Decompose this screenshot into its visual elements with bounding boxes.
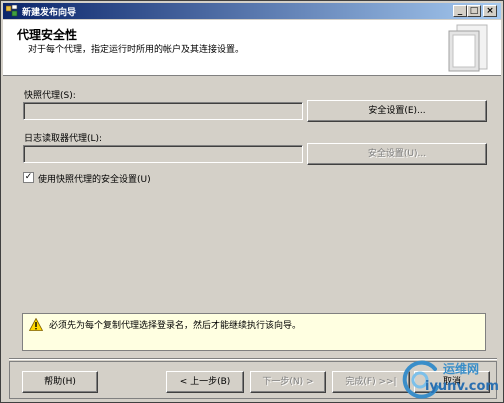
notice-message: 必须先为每个复制代理选择登录名，然后才能继续执行该向导。 xyxy=(49,321,302,331)
back-button[interactable]: < 上一步(B) xyxy=(166,371,244,393)
page-subtitle: 对于每个代理，指定运行时所用的帐户及其连接设置。 xyxy=(28,45,245,55)
wizard-app-icon xyxy=(6,5,18,17)
log-reader-security-settings-button[interactable]: 安全设置(U)... xyxy=(307,143,487,165)
watermark-title: 运维网 xyxy=(443,362,480,376)
validation-notice: 必须先为每个复制代理选择登录名，然后才能继续执行该向导。 xyxy=(22,313,486,351)
maximize-button[interactable]: □ xyxy=(467,5,481,17)
snapshot-agent-label: 快照代理(S): xyxy=(24,91,76,101)
wizard-header: 代理安全性 对于每个代理，指定运行时所用的帐户及其连接设置。 xyxy=(3,20,501,76)
close-button[interactable]: × xyxy=(483,5,497,17)
wizard-window: 新建发布向导 _ □ × 代理安全性 对于每个代理，指定运行时所用的帐户及其连接… xyxy=(0,0,504,403)
window-title: 新建发布向导 xyxy=(22,8,77,18)
use-snapshot-security-label[interactable]: 使用快照代理的安全设置(U) xyxy=(38,172,151,185)
watermark: 运维网 iyunv.com xyxy=(399,357,503,403)
minimize-button[interactable]: _ xyxy=(453,5,467,17)
watermark-url: iyunv.com xyxy=(425,379,499,394)
use-snapshot-security-checkbox[interactable]: ✓ xyxy=(23,172,34,183)
log-reader-agent-label: 日志读取器代理(L): xyxy=(24,134,103,144)
title-bar[interactable]: 新建发布向导 _ □ × xyxy=(3,3,501,19)
snapshot-security-settings-button[interactable]: 安全设置(E)... xyxy=(307,100,487,122)
page-title: 代理安全性 xyxy=(17,28,78,42)
help-button[interactable]: 帮助(H) xyxy=(22,371,98,393)
warning-icon xyxy=(29,318,43,331)
wizard-header-illustration xyxy=(448,24,488,72)
log-reader-agent-field[interactable] xyxy=(23,145,303,163)
snapshot-agent-field[interactable] xyxy=(23,102,303,120)
next-button[interactable]: 下一步(N) > xyxy=(250,371,326,393)
